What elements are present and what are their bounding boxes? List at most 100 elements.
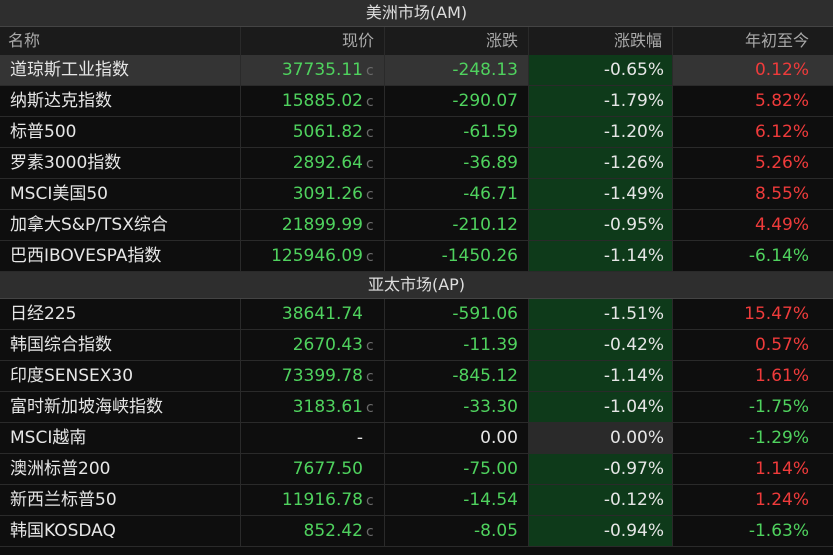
change-pct-value: -0.12% <box>529 485 673 515</box>
table-row[interactable]: 罗素3000指数 2892.64 c -36.89 -1.26% 5.26% <box>0 148 833 179</box>
change-pct-value: -0.95% <box>529 210 673 240</box>
table-row[interactable]: 加拿大S&P/TSX综合 21899.99 c -210.12 -0.95% 4.49% <box>0 210 833 241</box>
index-name: 罗素3000指数 <box>0 148 241 178</box>
price-value: 37735.11 <box>281 60 363 80</box>
change-value: 0.00 <box>385 423 529 453</box>
col-pct-header[interactable]: 涨跌幅 <box>529 27 673 55</box>
index-name: 加拿大S&P/TSX综合 <box>0 210 241 240</box>
price-cell: 852.42 c <box>241 516 385 546</box>
price-value: 38641.74 <box>281 304 363 324</box>
index-name: 澳洲标普200 <box>0 454 241 484</box>
ytd-value: -1.75% <box>748 397 809 417</box>
table-row[interactable]: 日经225 38641.74 -591.06 -1.51% 15.47% <box>0 299 833 330</box>
price-suffix: c <box>366 63 374 79</box>
index-name: MSCI越南 <box>0 423 241 453</box>
ytd-value: 1.24% <box>754 490 809 510</box>
price-value: 3183.61 <box>292 397 363 417</box>
section-header-asia-pacific: 亚太市场(AP) <box>0 272 833 299</box>
price-value: 11916.78 <box>281 490 363 510</box>
table-row[interactable]: 澳洲标普200 7677.50 -75.00 -0.97% 1.14% <box>0 454 833 485</box>
price-value: 2892.64 <box>292 153 363 173</box>
price-suffix: c <box>366 187 374 203</box>
table-row[interactable]: 纳斯达克指数 15885.02 c -290.07 -1.79% 5.82% <box>0 86 833 117</box>
col-price-header[interactable]: 现价 <box>241 27 385 55</box>
price-suffix: c <box>366 400 374 416</box>
index-name: 巴西IBOVESPA指数 <box>0 241 241 271</box>
change-pct-value: -1.14% <box>529 241 673 271</box>
change-value: -1450.26 <box>385 241 529 271</box>
table-row[interactable]: 富时新加坡海峡指数 3183.61 c -33.30 -1.04% -1.75% <box>0 392 833 423</box>
asia-pacific-rows: 日经225 38641.74 -591.06 -1.51% 15.47% 韩国综合指数 26… <box>0 299 833 547</box>
index-name: 纳斯达克指数 <box>0 86 241 116</box>
ytd-value: 0.57% <box>754 335 809 355</box>
change-value: -75.00 <box>385 454 529 484</box>
index-name: MSCI美国50 <box>0 179 241 209</box>
change-pct-value: -1.14% <box>529 361 673 391</box>
section-header-americas: 美洲市场(AM) <box>0 0 833 27</box>
price-cell: 3183.61 c <box>241 392 385 422</box>
change-value: -290.07 <box>385 86 529 116</box>
price-cell: 38641.74 <box>241 299 385 329</box>
change-value: -36.89 <box>385 148 529 178</box>
table-row[interactable]: MSCI越南 - 0.00 0.00% -1.29% <box>0 423 833 454</box>
price-suffix: c <box>366 493 374 509</box>
table-row[interactable]: MSCI美国50 3091.26 c -46.71 -1.49% 8.55% <box>0 179 833 210</box>
index-name: 日经225 <box>0 299 241 329</box>
table-row[interactable]: 道琼斯工业指数 37735.11 c -248.13 -0.65% 0.12% <box>0 55 833 86</box>
index-name: 韩国KOSDAQ <box>0 516 241 546</box>
price-value: 7677.50 <box>292 459 363 479</box>
ytd-value: -1.63% <box>748 521 809 541</box>
change-value: -845.12 <box>385 361 529 391</box>
change-pct-value: 0.00% <box>529 423 673 453</box>
change-value: -46.71 <box>385 179 529 209</box>
price-value: 2670.43 <box>292 335 363 355</box>
next-section-edge <box>0 547 833 555</box>
change-pct-value: -0.97% <box>529 454 673 484</box>
ytd-value: -1.29% <box>748 428 809 448</box>
table-row[interactable]: 韩国综合指数 2670.43 c -11.39 -0.42% 0.57% <box>0 330 833 361</box>
price-cell: 3091.26 c <box>241 179 385 209</box>
table-row[interactable]: 新西兰标普50 11916.78 c -14.54 -0.12% 1.24% <box>0 485 833 516</box>
change-pct-value: -0.65% <box>529 55 673 85</box>
table-row[interactable]: 巴西IBOVESPA指数 125946.09 c -1450.26 -1.14% -6.1… <box>0 241 833 272</box>
price-cell: - <box>241 423 385 453</box>
price-cell: 11916.78 c <box>241 485 385 515</box>
table-row[interactable]: 标普500 5061.82 c -61.59 -1.20% 6.12% <box>0 117 833 148</box>
price-value: 15885.02 <box>281 91 363 111</box>
price-suffix: c <box>366 156 374 172</box>
change-pct-value: -1.51% <box>529 299 673 329</box>
price-cell: 21899.99 c <box>241 210 385 240</box>
price-cell: 125946.09 c <box>241 241 385 271</box>
change-pct-value: -0.42% <box>529 330 673 360</box>
index-name: 印度SENSEX30 <box>0 361 241 391</box>
index-name: 韩国综合指数 <box>0 330 241 360</box>
index-name: 标普500 <box>0 117 241 147</box>
change-pct-value: -1.20% <box>529 117 673 147</box>
price-cell: 37735.11 c <box>241 55 385 85</box>
price-suffix: c <box>366 218 374 234</box>
col-ytd-header[interactable]: 年初至今 <box>673 27 833 55</box>
price-value: 21899.99 <box>281 215 363 235</box>
price-suffix: c <box>366 94 374 110</box>
ytd-value: 6.12% <box>754 122 809 142</box>
price-cell: 5061.82 c <box>241 117 385 147</box>
price-suffix: c <box>366 249 374 265</box>
column-header-row: 名称 现价 涨跌 涨跌幅 年初至今 <box>0 27 833 55</box>
ytd-value: -6.14% <box>748 246 809 266</box>
ytd-value: 4.49% <box>754 215 809 235</box>
table-row[interactable]: 印度SENSEX30 73399.78 c -845.12 -1.14% 1.61% <box>0 361 833 392</box>
price-cell: 2670.43 c <box>241 330 385 360</box>
col-name-header[interactable]: 名称 <box>0 27 241 55</box>
index-name: 道琼斯工业指数 <box>0 55 241 85</box>
index-name: 富时新加坡海峡指数 <box>0 392 241 422</box>
ytd-value: 15.47% <box>744 304 809 324</box>
change-value: -61.59 <box>385 117 529 147</box>
col-change-header[interactable]: 涨跌 <box>385 27 529 55</box>
ytd-value: 1.14% <box>754 459 809 479</box>
market-table: 美洲市场(AM) 名称 现价 涨跌 涨跌幅 年初至今 道琼斯工业指数 37735.… <box>0 0 833 555</box>
price-cell: 73399.78 c <box>241 361 385 391</box>
index-name: 新西兰标普50 <box>0 485 241 515</box>
americas-rows: 道琼斯工业指数 37735.11 c -248.13 -0.65% 0.12% 纳斯达克指数… <box>0 55 833 272</box>
price-value: 5061.82 <box>292 122 363 142</box>
change-pct-value: -0.94% <box>529 516 673 546</box>
